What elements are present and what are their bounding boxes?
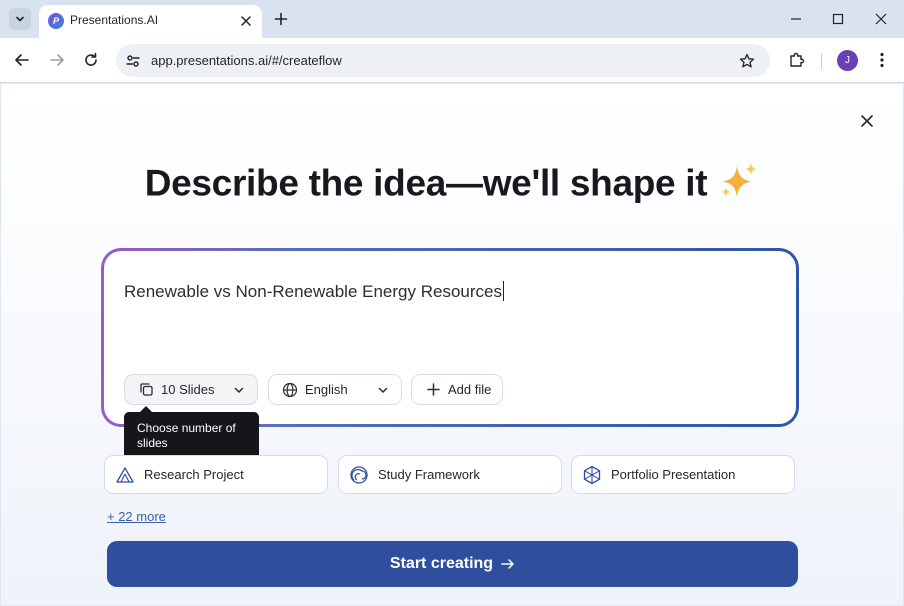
maximize-button[interactable] bbox=[825, 6, 851, 32]
suggestion-research-project[interactable]: Research Project bbox=[104, 455, 328, 494]
page-title: Describe the idea—we'll shape it bbox=[1, 162, 903, 209]
language-dropdown[interactable]: English bbox=[268, 374, 402, 405]
start-creating-label: Start creating bbox=[389, 555, 494, 572]
close-icon bbox=[875, 13, 887, 25]
globe-icon bbox=[282, 382, 298, 398]
plus-icon bbox=[425, 382, 441, 398]
arrow-right-icon bbox=[50, 54, 64, 66]
arrow-right-icon bbox=[501, 558, 515, 570]
prompt-input[interactable]: Renewable vs Non-Renewable Energy Resour… bbox=[124, 281, 504, 302]
new-tab-button[interactable] bbox=[270, 8, 292, 30]
site-info-button[interactable] bbox=[123, 51, 143, 71]
suggestion-label: Research Project bbox=[144, 467, 244, 482]
tab-presentations[interactable]: P Presentations.AI bbox=[39, 5, 262, 38]
prompt-value: Renewable vs Non-Renewable Energy Resour… bbox=[124, 282, 502, 301]
forward-button[interactable] bbox=[46, 49, 68, 71]
arrow-left-icon bbox=[15, 54, 29, 66]
start-creating-button[interactable]: Start creating bbox=[107, 541, 798, 587]
sparkles-icon bbox=[717, 162, 759, 209]
browser-toolbar: app.presentations.ai/#/createflow J bbox=[0, 38, 904, 83]
presentations-favicon-icon: P bbox=[48, 13, 64, 29]
suggestion-study-framework[interactable]: Study Framework bbox=[338, 455, 562, 494]
prompt-box: Renewable vs Non-Renewable Energy Resour… bbox=[101, 248, 799, 427]
page-title-text: Describe the idea—we'll shape it bbox=[144, 162, 708, 204]
minimize-button[interactable] bbox=[783, 6, 809, 32]
close-icon bbox=[861, 115, 873, 127]
text-caret bbox=[502, 281, 504, 301]
chevron-down-icon bbox=[376, 383, 390, 397]
bookmark-button[interactable] bbox=[736, 50, 758, 72]
puzzle-icon bbox=[790, 52, 805, 67]
tab-close-button[interactable] bbox=[237, 12, 255, 30]
toolbar-divider bbox=[821, 53, 822, 69]
tab-strip: P Presentations.AI bbox=[0, 0, 904, 38]
address-bar[interactable]: app.presentations.ai/#/createflow bbox=[116, 44, 770, 77]
suggestion-label: Portfolio Presentation bbox=[611, 467, 736, 482]
add-file-button[interactable]: Add file bbox=[411, 374, 503, 405]
window-close-button[interactable] bbox=[868, 6, 894, 32]
profile-avatar[interactable]: J bbox=[837, 50, 858, 71]
close-icon bbox=[241, 16, 251, 26]
tab-title: Presentations.AI bbox=[70, 13, 159, 27]
copy-icon bbox=[138, 382, 154, 398]
suggestion-label: Study Framework bbox=[378, 467, 480, 482]
suggestion-portfolio-presentation[interactable]: Portfolio Presentation bbox=[571, 455, 795, 494]
prompt-inner: Renewable vs Non-Renewable Energy Resour… bbox=[104, 251, 796, 424]
maximize-icon bbox=[832, 13, 844, 25]
slides-count-dropdown[interactable]: 10 Slides bbox=[124, 374, 258, 405]
tune-icon bbox=[126, 55, 140, 67]
extensions-button[interactable] bbox=[786, 49, 808, 71]
close-dialog-button[interactable] bbox=[856, 110, 878, 132]
url-text[interactable]: app.presentations.ai/#/createflow bbox=[151, 53, 342, 68]
star-icon bbox=[739, 53, 755, 68]
plus-icon bbox=[274, 12, 288, 26]
language-label: English bbox=[305, 382, 348, 397]
back-button[interactable] bbox=[11, 49, 33, 71]
minimize-icon bbox=[791, 18, 801, 20]
slides-count-label: 10 Slides bbox=[161, 382, 215, 397]
browser-menu-button[interactable] bbox=[872, 49, 892, 71]
chevron-down-icon bbox=[232, 383, 246, 397]
tab-search-button[interactable] bbox=[9, 8, 31, 30]
triangle-icon bbox=[115, 465, 135, 485]
reload-button[interactable] bbox=[80, 49, 102, 71]
spiral-icon bbox=[349, 465, 369, 485]
create-flow-page: Describe the idea—we'll shape it Renewab… bbox=[1, 84, 903, 605]
chevron-down-icon bbox=[16, 16, 24, 22]
cube-icon bbox=[582, 465, 602, 485]
kebab-menu-icon bbox=[880, 52, 884, 68]
add-file-label: Add file bbox=[448, 382, 492, 397]
more-suggestions-link[interactable]: + 22 more bbox=[107, 509, 166, 524]
reload-icon bbox=[85, 52, 97, 66]
